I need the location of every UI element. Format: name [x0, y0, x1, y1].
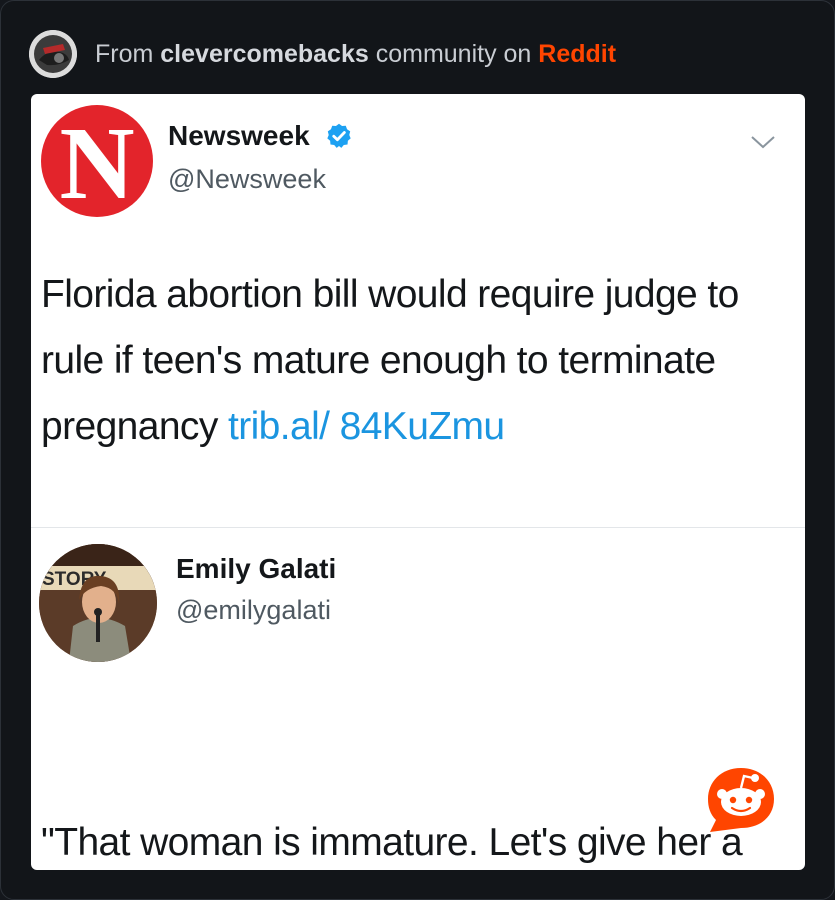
- emily-avatar[interactable]: STORY: [39, 544, 157, 662]
- newsweek-avatar[interactable]: N: [41, 105, 153, 217]
- tweet-link[interactable]: trib.al/ 84KuZmu: [228, 405, 505, 448]
- reddit-link[interactable]: Reddit: [538, 40, 616, 68]
- header-middle: community on: [375, 39, 532, 68]
- tweet-text-2: "That woman is immature. Let's give her …: [41, 821, 743, 864]
- tweet-body-2: "That woman is immature. Let's give her …: [41, 810, 781, 870]
- emily-avatar-photo: STORY: [39, 544, 157, 662]
- chevron-down-icon[interactable]: [750, 134, 776, 150]
- reddit-logo-icon[interactable]: [704, 764, 778, 836]
- newsweek-logo-letter: N: [59, 106, 135, 221]
- tweet-author-name[interactable]: Newsweek: [168, 120, 310, 151]
- community-link[interactable]: clevercomebacks: [160, 40, 368, 68]
- header-text: From clevercomebacks community on Reddit: [95, 40, 616, 69]
- tweet-emily: STORY Emily Galati @emilygalati "That wo…: [31, 528, 805, 870]
- community-avatar[interactable]: [29, 30, 77, 78]
- post-frame: From clevercomebacks community on Reddit…: [0, 0, 835, 900]
- screenshot-card: N Newsweek @Newsweek Florida abortion bi…: [31, 94, 805, 870]
- verified-badge-icon: [327, 123, 352, 148]
- tweet-author-name-2[interactable]: Emily Galati: [176, 553, 336, 585]
- tweet-author-handle-2[interactable]: @emilygalati: [176, 595, 331, 626]
- header-prefix: From: [95, 39, 154, 68]
- tweet-body: Florida abortion bill would require judg…: [41, 262, 781, 460]
- post-header: From clevercomebacks community on Reddit: [29, 30, 616, 78]
- tweet-newsweek: N Newsweek @Newsweek Florida abortion bi…: [31, 94, 805, 527]
- tweet-author-row: Newsweek: [168, 120, 353, 152]
- community-avatar-icon: [29, 30, 77, 78]
- tweet-author-handle[interactable]: @Newsweek: [168, 164, 326, 195]
